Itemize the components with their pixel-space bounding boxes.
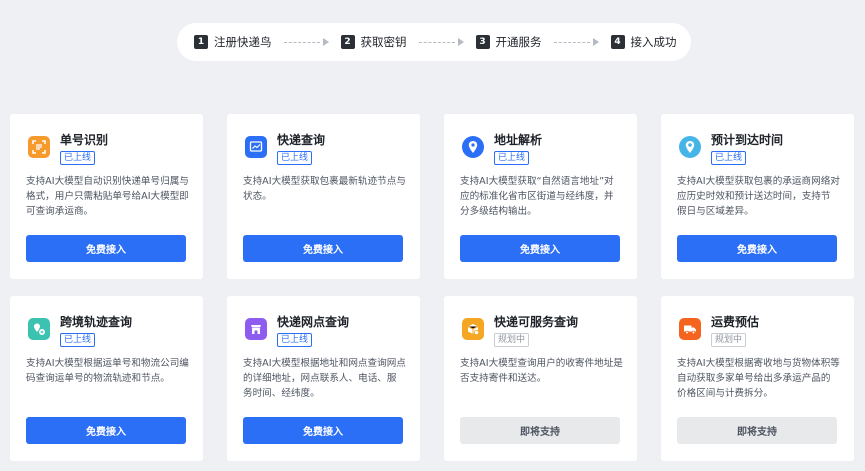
card-title: 快递查询	[277, 133, 326, 147]
step-arrow-icon	[418, 38, 464, 46]
step-enable-service: 3 开通服务	[475, 34, 542, 50]
free-access-button[interactable]: 免费接入	[677, 235, 837, 262]
step-number: 4	[610, 35, 625, 49]
step-arrow-icon	[553, 38, 599, 46]
card-title: 快递网点查询	[277, 315, 350, 329]
card-title: 预计到达时间	[711, 133, 784, 147]
step-label: 开通服务	[495, 35, 542, 49]
card-description: 支持AI大模型自动识别快递单号归属与格式，用户只需粘贴单号给AI大模型即可查询承…	[26, 176, 189, 217]
card-waybill-recognition: 单号识别 已上线 支持AI大模型自动识别快递单号归属与格式，用户只需粘贴单号给A…	[10, 114, 203, 279]
step-number: 3	[475, 35, 490, 49]
step-number: 1	[194, 35, 208, 49]
free-access-button[interactable]: 免费接入	[460, 235, 620, 262]
coming-soon-button[interactable]: 即将支持	[677, 417, 837, 444]
step-register: 1 注册快递鸟	[194, 34, 272, 50]
freight-truck-icon	[679, 318, 701, 340]
step-arrow-icon	[283, 38, 329, 46]
card-description: 支持AI大模型根据地址和网点查询网点的详细地址，网点联系人、电话、服务时间、经纬…	[243, 358, 406, 399]
service-box-icon	[462, 318, 484, 340]
card-outlet-query: 快递网点查询 已上线 支持AI大模型根据地址和网点查询网点的详细地址，网点联系人…	[227, 296, 420, 461]
status-badge: 规划中	[711, 333, 747, 347]
card-title: 跨境轨迹查询	[60, 315, 133, 329]
status-badge: 已上线	[60, 151, 96, 165]
step-label: 注册快递鸟	[214, 35, 272, 49]
step-number: 2	[340, 35, 355, 49]
card-description: 支持AI大模型获取“自然语言地址”对应的标准化省市区街道与经纬度，并分多级结构输…	[460, 176, 614, 217]
step-label: 获取密钥	[360, 35, 407, 49]
card-address-parsing: 地址解析 已上线 支持AI大模型获取“自然语言地址”对应的标准化省市区街道与经纬…	[444, 114, 637, 279]
outlet-store-icon	[245, 318, 267, 340]
card-title: 地址解析	[494, 133, 543, 147]
step-connected: 4 接入成功	[610, 34, 677, 50]
card-eta: 预计到达时间 已上线 支持AI大模型获取包裹的承运商网络对应历史时效和预计送达时…	[661, 114, 854, 279]
eta-pin-icon	[679, 136, 701, 158]
step-get-key: 2 获取密钥	[340, 34, 407, 50]
location-pin-icon	[462, 136, 484, 158]
tracking-chart-icon	[245, 136, 267, 158]
card-service-availability: 快递可服务查询 规划中 支持AI大模型查询用户的收寄件地址是否支持寄件和送达。 …	[444, 296, 637, 461]
free-access-button[interactable]: 免费接入	[243, 235, 403, 262]
card-title: 单号识别	[60, 133, 109, 147]
status-badge: 规划中	[494, 333, 530, 347]
onboarding-steps: 1 注册快递鸟 2 获取密钥 3 开通服务 4 接入成功	[177, 23, 691, 61]
status-badge: 已上线	[494, 151, 530, 165]
card-freight-estimate: 运费预估 规划中 支持AI大模型根据寄收地与货物体积等自动获取多家单号给出多承运…	[661, 296, 854, 461]
card-description: 支持AI大模型获取包裹的承运商网络对应历史时效和预计送达时间，支持节假日与区域差…	[677, 176, 840, 217]
card-description: 支持AI大模型获取包裹最新轨迹节点与状态。	[243, 176, 406, 202]
free-access-button[interactable]: 免费接入	[26, 417, 186, 444]
free-access-button[interactable]: 免费接入	[243, 417, 403, 444]
step-label: 接入成功	[630, 35, 677, 49]
card-title: 运费预估	[711, 315, 760, 329]
card-description: 支持AI大模型根据运单号和物流公司编码查询运单号的物流轨迹和节点。	[26, 358, 189, 384]
card-title: 快递可服务查询	[494, 315, 579, 329]
cross-border-map-icon	[28, 318, 50, 340]
card-express-query: 快递查询 已上线 支持AI大模型获取包裹最新轨迹节点与状态。 免费接入	[227, 114, 420, 279]
coming-soon-button[interactable]: 即将支持	[460, 417, 620, 444]
card-description: 支持AI大模型根据寄收地与货物体积等自动获取多家单号给出多承运产品的价格区间与计…	[677, 358, 840, 399]
barcode-scan-icon	[28, 136, 50, 158]
status-badge: 已上线	[60, 333, 96, 347]
status-badge: 已上线	[277, 151, 313, 165]
status-badge: 已上线	[711, 151, 747, 165]
card-description: 支持AI大模型查询用户的收寄件地址是否支持寄件和送达。	[460, 358, 623, 384]
card-cross-border-tracking: 跨境轨迹查询 已上线 支持AI大模型根据运单号和物流公司编码查询运单号的物流轨迹…	[10, 296, 203, 461]
free-access-button[interactable]: 免费接入	[26, 235, 186, 262]
status-badge: 已上线	[277, 333, 313, 347]
